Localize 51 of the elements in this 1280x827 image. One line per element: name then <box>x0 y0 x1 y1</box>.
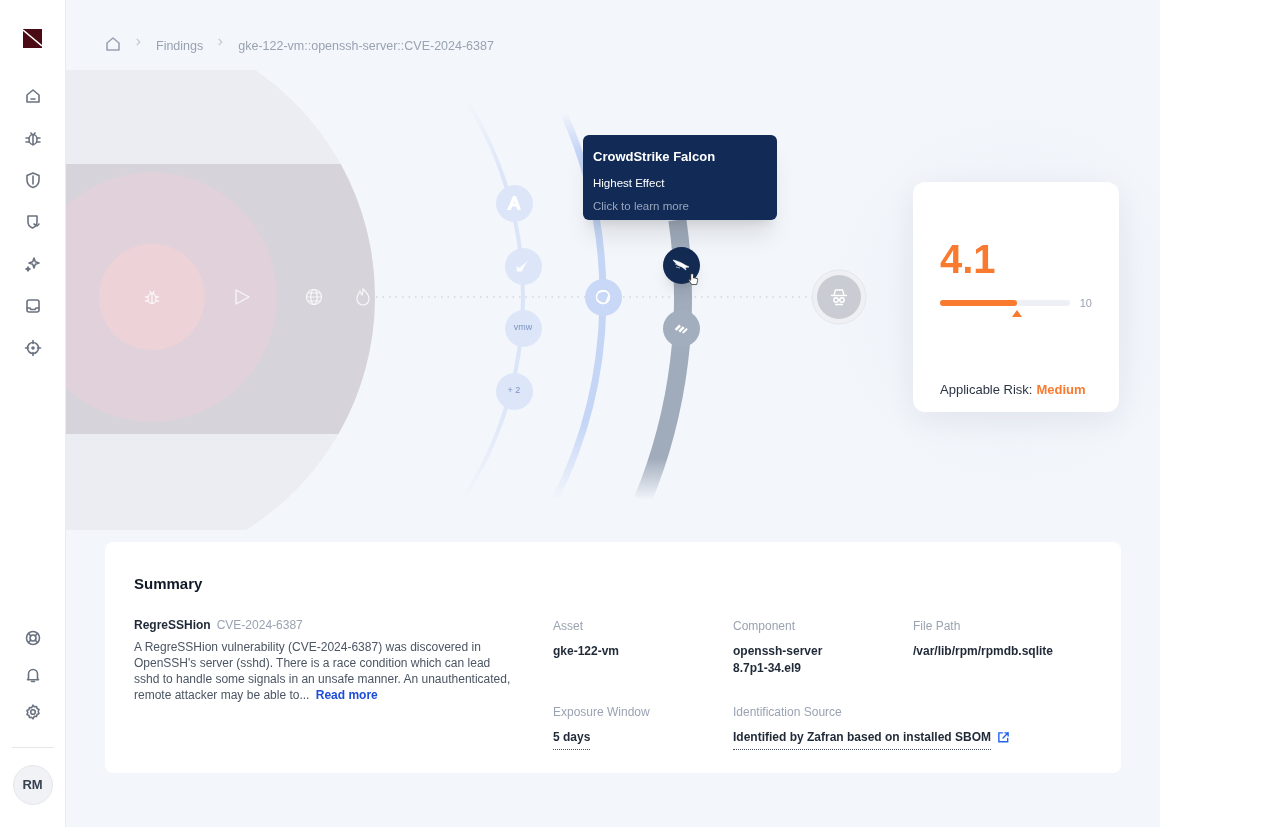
field-label: Asset <box>553 617 583 635</box>
field-value: 5 days <box>553 728 591 750</box>
vulnerability-name: RegreSSHion <box>134 616 211 633</box>
breadcrumb-link[interactable]: gke-122-vm::openssh-server::CVE-2024-6387 <box>238 37 494 56</box>
field-value: Identified by Zafran based on installed SBOM <box>733 728 992 750</box>
settings-icon[interactable] <box>23 703 42 721</box>
risk-label: Applicable Risk: <box>940 380 1033 399</box>
vendor-node[interactable] <box>504 247 542 285</box>
cve-id: CVE-2024-6387 <box>216 616 303 633</box>
description: A RegreSSHion vulnerability (CVE-2024-6387) was discovered in OpenSSH's server (sshd). There is a race condition which can lead sshd to handle some signals in an unsafe manner. An unauthenticated, remote attacker may be able to... Read more <box>134 638 512 703</box>
field-label: Identification Source <box>733 703 842 721</box>
external-link-icon[interactable] <box>997 731 1011 744</box>
field-value: gke-122-vm <box>553 642 620 660</box>
home-icon[interactable] <box>23 87 42 105</box>
vendor-node[interactable] <box>584 278 622 316</box>
bug-icon[interactable] <box>23 129 42 147</box>
field-value: /var/lib/rpm/rpmdb.sqlite <box>913 642 1054 660</box>
vendor-node[interactable] <box>495 184 533 222</box>
support-icon[interactable] <box>23 629 42 647</box>
risk-score: 4.1 <box>940 237 996 281</box>
hand-cursor-icon <box>688 273 699 286</box>
risk-max: 10 <box>1079 296 1092 311</box>
flame-icon <box>356 288 370 306</box>
sparkles-icon[interactable] <box>23 255 42 273</box>
play-icon <box>235 289 250 305</box>
globe-icon <box>305 288 323 306</box>
inbox-icon[interactable] <box>23 297 42 315</box>
field-value: openssh-server 8.7p1-34.el9 <box>733 642 823 677</box>
logo-icon[interactable] <box>23 29 42 48</box>
vendor-node[interactable]: vmw <box>504 309 542 347</box>
tooltip-subtitle: Highest Effect <box>593 175 666 191</box>
field-label: File Path <box>913 617 961 635</box>
tooltip-title: CrowdStrike Falcon <box>593 148 717 166</box>
ring-icon <box>593 287 613 307</box>
vendor-node[interactable]: + 2 <box>495 372 533 410</box>
crosshair-icon[interactable] <box>23 339 42 357</box>
hat-icon <box>828 286 850 308</box>
tooltip-hint[interactable]: Click to learn more <box>593 197 767 215</box>
bug-icon <box>144 290 160 305</box>
chevron-icon <box>217 37 225 47</box>
user-avatar[interactable]: RM <box>12 765 53 805</box>
field-label: Component <box>733 617 796 635</box>
vendor-node[interactable] <box>662 246 700 284</box>
summary-title: Summary <box>134 574 203 594</box>
risk-level: Medium <box>1036 380 1086 399</box>
letter-a-icon <box>504 193 524 213</box>
chevron-icon <box>135 37 142 47</box>
shield-icon[interactable] <box>23 171 42 189</box>
read-more-link[interactable]: Read more <box>315 687 378 702</box>
field-label: Exposure Window <box>553 703 650 721</box>
breadcrumb-link[interactable]: Findings <box>156 37 204 56</box>
